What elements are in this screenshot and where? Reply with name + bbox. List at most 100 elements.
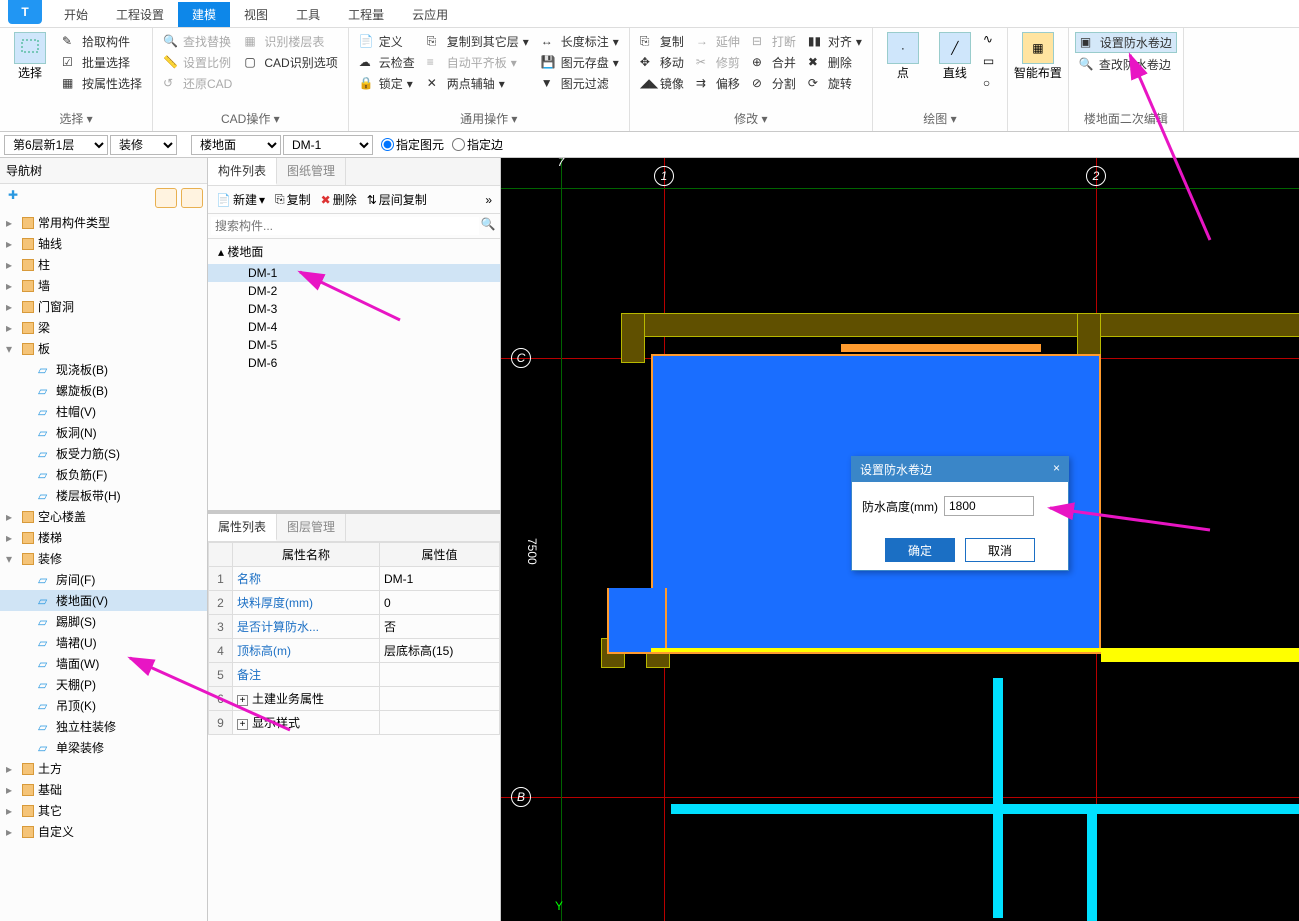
nav-item-板受力筋(S)[interactable]: ▱板受力筋(S) <box>0 443 207 464</box>
tab-cloud[interactable]: 云应用 <box>398 2 462 27</box>
nav-item-单梁装修[interactable]: ▱单梁装修 <box>0 737 207 758</box>
select-by-property[interactable]: ▦按属性选择 <box>58 74 146 93</box>
component-group[interactable]: ▴ 楼地面 <box>208 239 500 264</box>
copy-to-other-floor[interactable]: ⎘复制到其它层 ▾ <box>423 32 533 51</box>
category-select[interactable]: 装修 <box>110 135 177 155</box>
nav-group-基础[interactable]: ▸基础 <box>0 779 207 800</box>
nav-item-螺旋板(B)[interactable]: ▱螺旋板(B) <box>0 380 207 401</box>
length-dimension[interactable]: ↔长度标注 ▾ <box>537 32 623 51</box>
rotate[interactable]: ⟳旋转 <box>804 74 866 93</box>
floor-select[interactable]: 第6层新1层 <box>4 135 108 155</box>
more-actions[interactable]: » <box>481 189 496 210</box>
nav-group-轴线[interactable]: ▸轴线 <box>0 233 207 254</box>
nav-item-板负筋(F)[interactable]: ▱板负筋(F) <box>0 464 207 485</box>
lock[interactable]: 🔒锁定 ▾ <box>355 74 419 93</box>
smart-layout[interactable]: ▦智能布置 <box>1014 32 1062 81</box>
component-item-DM-5[interactable]: DM-5 <box>208 336 500 354</box>
nav-group-楼梯[interactable]: ▸楼梯 <box>0 527 207 548</box>
nav-group-土方[interactable]: ▸土方 <box>0 758 207 779</box>
tab-component-list[interactable]: 构件列表 <box>208 158 277 185</box>
nav-view-grid[interactable] <box>181 188 203 208</box>
draw-line[interactable]: ╱直线 <box>931 32 979 94</box>
nav-item-踢脚(S)[interactable]: ▱踢脚(S) <box>0 611 207 632</box>
component-item-DM-1[interactable]: DM-1 <box>208 264 500 282</box>
delete[interactable]: ✖删除 <box>804 53 866 72</box>
tab-drawing-mgmt[interactable]: 图纸管理 <box>277 158 346 185</box>
component-item-DM-6[interactable]: DM-6 <box>208 354 500 372</box>
prop-row-3[interactable]: 3是否计算防水...否 <box>209 615 500 639</box>
curve-icon[interactable]: ∿ <box>983 32 1001 50</box>
tab-modeling[interactable]: 建模 <box>178 2 230 27</box>
set-waterproof-edge[interactable]: ▣设置防水卷边 <box>1075 32 1177 53</box>
batch-select[interactable]: ☑批量选择 <box>58 53 146 72</box>
kind-select[interactable]: 楼地面 <box>191 135 281 155</box>
nav-group-空心楼盖[interactable]: ▸空心楼盖 <box>0 506 207 527</box>
nav-item-现浇板(B)[interactable]: ▱现浇板(B) <box>0 359 207 380</box>
nav-group-梁[interactable]: ▸梁 <box>0 317 207 338</box>
copy[interactable]: ⎘复制 <box>636 32 688 51</box>
nav-group-其它[interactable]: ▸其它 <box>0 800 207 821</box>
cloud-check[interactable]: ☁云检查 <box>355 53 419 72</box>
component-select[interactable]: DM-1 <box>283 135 373 155</box>
interfloor-copy[interactable]: ⇅层间复制 <box>363 189 431 210</box>
check-waterproof-edge[interactable]: 🔍查改防水卷边 <box>1075 55 1177 74</box>
prop-row-4[interactable]: 4顶标高(m)层底标高(15) <box>209 639 500 663</box>
search-icon[interactable]: 🔍 <box>479 217 497 235</box>
prop-row-1[interactable]: 1名称DM-1 <box>209 567 500 591</box>
nav-group-装修[interactable]: ▾装修 <box>0 548 207 569</box>
radio-specify-edge[interactable]: 指定边 <box>452 136 503 153</box>
split[interactable]: ⊘分割 <box>748 74 800 93</box>
nav-group-板[interactable]: ▾板 <box>0 338 207 359</box>
tab-tools[interactable]: 工具 <box>282 2 334 27</box>
rect-icon[interactable]: ▭ <box>983 54 1001 72</box>
pick-component[interactable]: ✎拾取构件 <box>58 32 146 51</box>
nav-item-楼层板带(H)[interactable]: ▱楼层板带(H) <box>0 485 207 506</box>
tab-quantity[interactable]: 工程量 <box>334 2 398 27</box>
draw-point[interactable]: ·点 <box>879 32 927 94</box>
drawing-canvas[interactable]: 1 2 C B 7 7500 Y 设置防水卷边 × 防水高度(mm) 确定 取消 <box>501 158 1299 921</box>
dialog-close[interactable]: × <box>1053 461 1060 478</box>
new-component[interactable]: 📄新建 ▾ <box>212 189 269 210</box>
nav-item-吊顶(K)[interactable]: ▱吊顶(K) <box>0 695 207 716</box>
nav-add[interactable]: ✚ <box>4 188 151 208</box>
prop-row-2[interactable]: 2块料厚度(mm)0 <box>209 591 500 615</box>
prop-row-9[interactable]: 9+显示样式 <box>209 711 500 735</box>
merge[interactable]: ⊕合并 <box>748 53 800 72</box>
nav-group-自定义[interactable]: ▸自定义 <box>0 821 207 842</box>
circle-icon[interactable]: ○ <box>983 76 1001 94</box>
delete-component[interactable]: ✖删除 <box>317 189 361 210</box>
nav-group-柱[interactable]: ▸柱 <box>0 254 207 275</box>
radio-specify-element[interactable]: 指定图元 <box>381 136 444 153</box>
dialog-ok[interactable]: 确定 <box>885 538 955 562</box>
tab-property-list[interactable]: 属性列表 <box>208 514 277 541</box>
nav-item-柱帽(V)[interactable]: ▱柱帽(V) <box>0 401 207 422</box>
component-item-DM-3[interactable]: DM-3 <box>208 300 500 318</box>
align[interactable]: ▮▮对齐 ▾ <box>804 32 866 51</box>
nav-view-list[interactable] <box>155 188 177 208</box>
copy-component[interactable]: ⎘复制 <box>271 189 315 210</box>
nav-item-墙裙(U)[interactable]: ▱墙裙(U) <box>0 632 207 653</box>
nav-group-墙[interactable]: ▸墙 <box>0 275 207 296</box>
select-big[interactable]: 选择 <box>6 32 54 93</box>
define[interactable]: 📄定义 <box>355 32 419 51</box>
two-point-aux-axis[interactable]: ✕两点辅轴 ▾ <box>423 74 533 93</box>
waterproof-height-input[interactable] <box>944 496 1034 516</box>
dialog-cancel[interactable]: 取消 <box>965 538 1035 562</box>
nav-item-天棚(P)[interactable]: ▱天棚(P) <box>0 674 207 695</box>
prop-row-5[interactable]: 5备注 <box>209 663 500 687</box>
nav-item-楼地面(V)[interactable]: ▱楼地面(V) <box>0 590 207 611</box>
tab-layer-mgmt[interactable]: 图层管理 <box>277 514 346 541</box>
element-filter[interactable]: ▼图元过滤 <box>537 74 623 93</box>
nav-item-墙面(W)[interactable]: ▱墙面(W) <box>0 653 207 674</box>
tab-view[interactable]: 视图 <box>230 2 282 27</box>
element-save[interactable]: 💾图元存盘 ▾ <box>537 53 623 72</box>
component-item-DM-4[interactable]: DM-4 <box>208 318 500 336</box>
component-item-DM-2[interactable]: DM-2 <box>208 282 500 300</box>
nav-item-独立柱装修[interactable]: ▱独立柱装修 <box>0 716 207 737</box>
tab-project-settings[interactable]: 工程设置 <box>102 2 178 27</box>
offset[interactable]: ⇉偏移 <box>692 74 744 93</box>
nav-group-常用构件类型[interactable]: ▸常用构件类型 <box>0 212 207 233</box>
cad-recognition-options[interactable]: ▢CAD识别选项 <box>240 53 341 72</box>
nav-item-房间(F)[interactable]: ▱房间(F) <box>0 569 207 590</box>
tab-start[interactable]: 开始 <box>50 2 102 27</box>
